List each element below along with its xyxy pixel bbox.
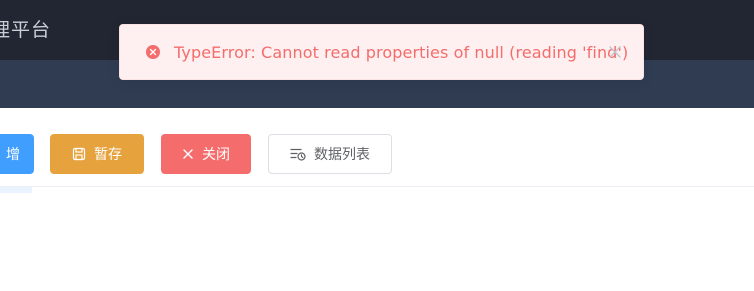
add-button[interactable]: 增 [0, 134, 34, 174]
close-label: 关闭 [202, 147, 230, 163]
list-clock-icon [290, 147, 306, 161]
x-icon [182, 148, 194, 160]
data-list-label: 数据列表 [314, 147, 370, 163]
save-draft-button[interactable]: 暂存 [50, 134, 144, 174]
error-message: TypeError: Cannot read properties of nul… [119, 24, 644, 80]
data-list-button[interactable]: 数据列表 [268, 134, 392, 174]
error-circle-icon [146, 45, 160, 59]
save-icon [72, 147, 86, 161]
error-message-text: TypeError: Cannot read properties of nul… [174, 42, 629, 62]
save-draft-label: 暂存 [94, 147, 122, 163]
app-title: 理平台 [0, 19, 52, 41]
action-toolbar: 增 暂存 关闭 数据列表 [0, 108, 754, 187]
close-button[interactable]: 关闭 [161, 134, 251, 174]
active-tab-indicator [0, 187, 32, 193]
close-icon[interactable] [607, 44, 623, 60]
add-button-label: 增 [6, 147, 20, 163]
